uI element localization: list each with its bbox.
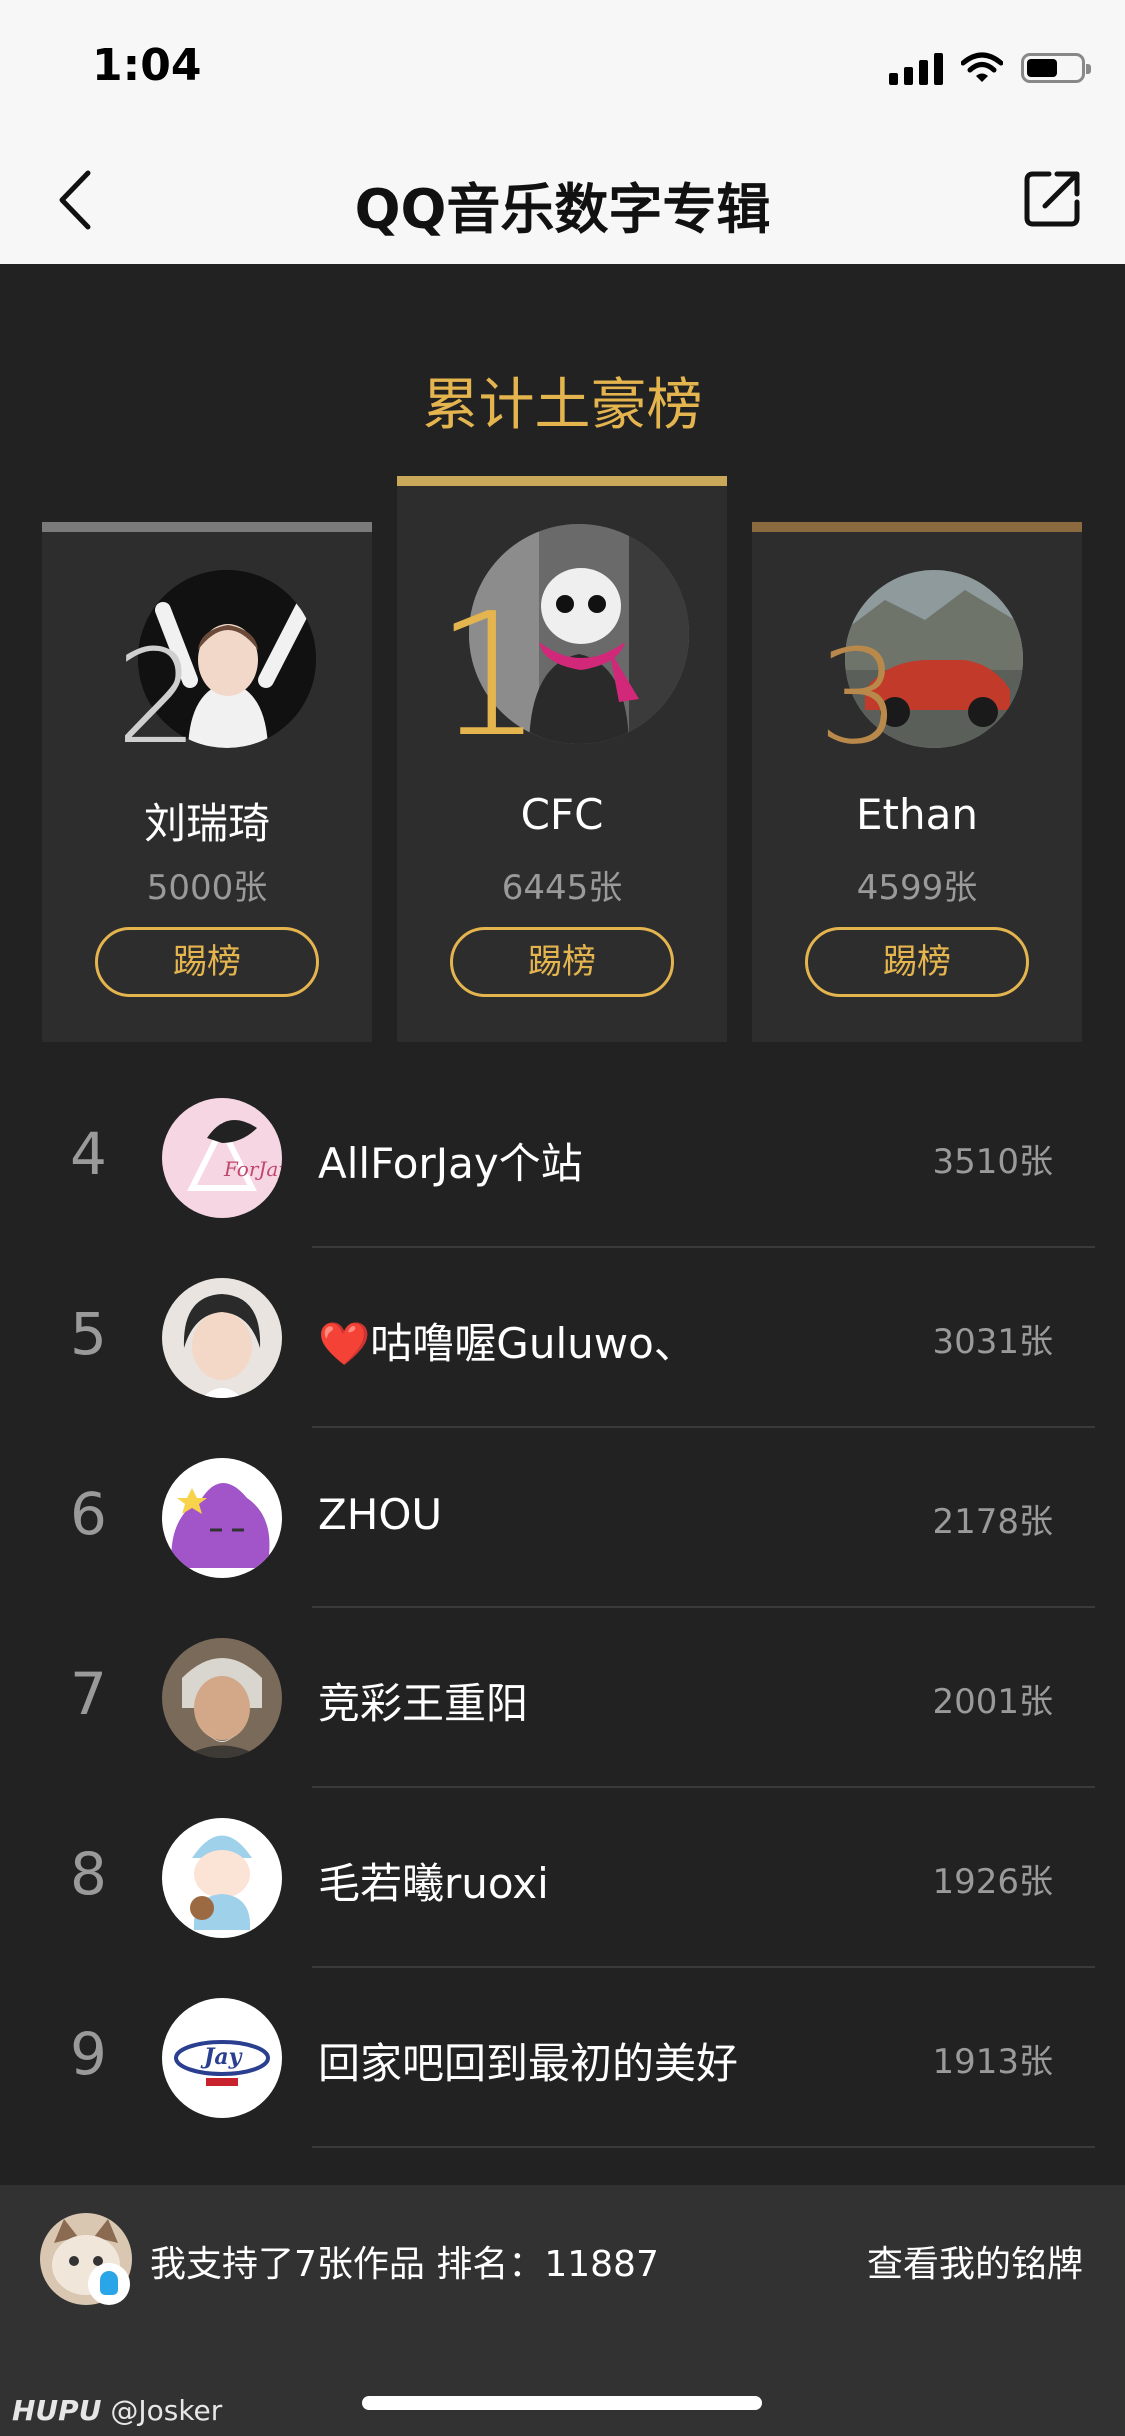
avatar: ForJay <box>162 1098 282 1218</box>
user-name: 回家吧回到最初的美好 <box>318 2039 739 2088</box>
podium-count: 4599张 <box>856 868 978 908</box>
status-icons <box>889 48 1091 88</box>
rank-number: 7 <box>70 1660 107 1728</box>
podium-name: CFC <box>520 790 604 839</box>
rank-accent-bar <box>752 522 1082 532</box>
rank-number: 9 <box>70 2020 107 2088</box>
share-icon[interactable] <box>1021 168 1083 230</box>
svg-text:Jay: Jay <box>200 2044 244 2070</box>
list-item[interactable]: 6 ZHOU 2178张 <box>0 1428 1125 1608</box>
wifi-icon <box>961 52 1003 82</box>
status-time: 1:04 <box>92 40 202 91</box>
podium-rank-1: 1 CFC 6445张 踢榜 <box>397 476 727 1042</box>
podium-rank-2: 2 刘瑞琦 5000张 踢榜 <box>42 522 372 1042</box>
watermark: HUPU @Josker <box>12 2394 222 2427</box>
rank-number: 3 <box>818 621 901 773</box>
rank-number: 2 <box>116 621 199 773</box>
watermark-brand: HUPU <box>12 2394 102 2427</box>
podium-count: 5000张 <box>146 868 268 908</box>
qq-badge-icon <box>88 2263 130 2305</box>
list-item[interactable]: 8 毛若曦ruoxi 1926张 <box>0 1788 1125 1968</box>
avatar <box>162 1278 282 1398</box>
album-count: 1913张 <box>932 2042 1053 2082</box>
view-my-badge-link[interactable]: 查看我的铭牌 <box>867 2235 1083 2287</box>
podium-name: Ethan <box>856 790 978 839</box>
page-title: QQ音乐数字专辑 <box>354 178 771 241</box>
my-support-summary: 我支持了7张作品 排名：11887 <box>150 2244 659 2285</box>
battery-icon <box>1021 53 1091 83</box>
rank-accent-bar <box>42 522 372 532</box>
podium-rank-3: 3 Ethan 4599张 踢榜 <box>752 522 1082 1042</box>
rank-number: 1 <box>435 577 544 775</box>
rank-number: 5 <box>70 1300 107 1368</box>
avatar <box>162 1818 282 1938</box>
leaderboard-title: 累计土豪榜 <box>422 373 703 438</box>
user-name: 毛若曦ruoxi <box>318 1859 549 1908</box>
user-name: ❤️咕噜喔Guluwo、 <box>318 1319 696 1368</box>
watermark-user: @Josker <box>110 2394 223 2427</box>
cellular-signal-icon <box>889 51 943 85</box>
list-item[interactable]: 9 Jay 回家吧回到最初的美好 1913张 <box>0 1968 1125 2148</box>
podium-name: 刘瑞琦 <box>143 799 270 848</box>
avatar <box>162 1638 282 1758</box>
svg-text:ForJay: ForJay <box>223 1157 282 1181</box>
user-name: 竞彩王重阳 <box>318 1679 529 1728</box>
home-indicator[interactable] <box>362 2396 762 2410</box>
rank-accent-bar <box>397 476 727 486</box>
rank-number: 8 <box>70 1840 107 1908</box>
user-name: ZHOU <box>318 1490 443 1539</box>
kick-button[interactable]: 踢榜 <box>95 927 319 997</box>
user-name: AllForJay个站 <box>318 1139 583 1188</box>
top-bar: 1:04 QQ音乐数字专辑 <box>0 0 1125 264</box>
list-item[interactable]: 7 竞彩王重阳 2001张 <box>0 1608 1125 1788</box>
kick-button[interactable]: 踢榜 <box>450 927 674 997</box>
rank-number: 6 <box>70 1480 107 1548</box>
list-item[interactable]: 4 ForJay AllForJay个站 3510张 <box>0 1068 1125 1248</box>
avatar: Jay <box>162 1998 282 2118</box>
album-count: 2178张 <box>932 1502 1053 1542</box>
kick-button[interactable]: 踢榜 <box>805 927 1029 997</box>
avatar <box>162 1458 282 1578</box>
album-count: 2001张 <box>932 1682 1053 1722</box>
rank-number: 4 <box>70 1120 107 1188</box>
album-count: 1926张 <box>932 1862 1053 1902</box>
list-item[interactable]: 5 ❤️咕噜喔Guluwo、 3031张 <box>0 1248 1125 1428</box>
album-count: 3510张 <box>932 1142 1053 1182</box>
podium-count: 6445张 <box>501 868 623 908</box>
divider <box>312 2146 1095 2148</box>
album-count: 3031张 <box>932 1322 1053 1362</box>
